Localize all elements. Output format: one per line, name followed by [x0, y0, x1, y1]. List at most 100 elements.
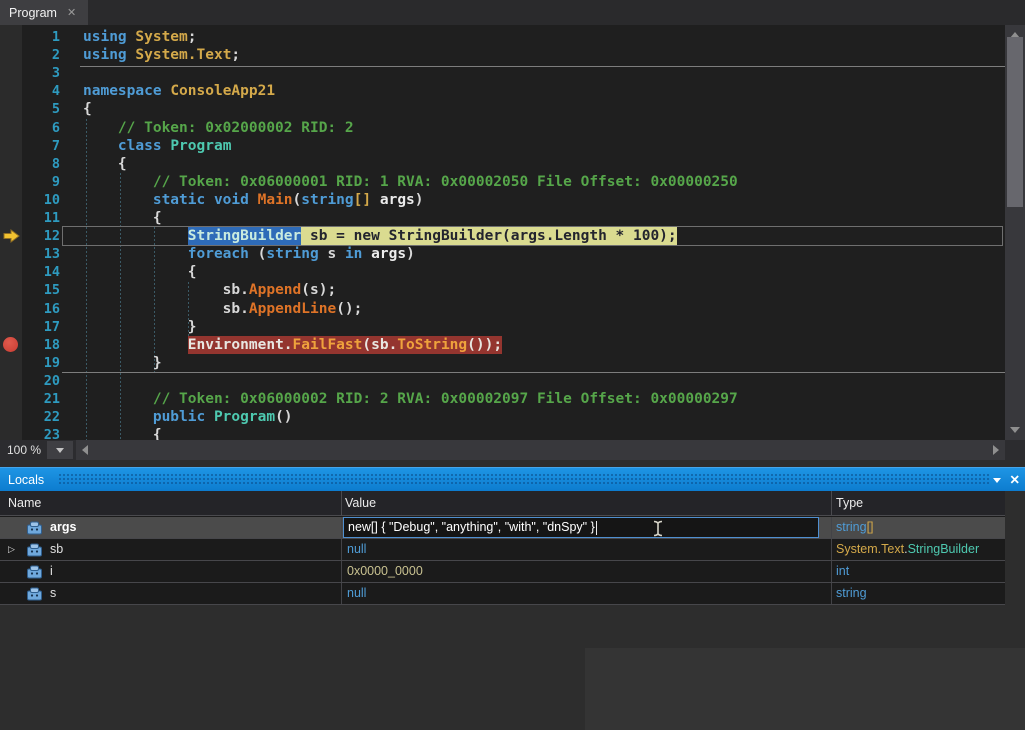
locals-row-sb[interactable]: ▷ sb null System.Text.StringBuilder: [0, 539, 1005, 561]
tab-program[interactable]: Program ✕: [0, 0, 88, 25]
type-cell[interactable]: int: [831, 561, 1005, 582]
code-line[interactable]: 13 foreach (string s in args): [0, 245, 1005, 263]
line-number: 12: [22, 227, 60, 245]
code-text: public Program(): [83, 408, 293, 426]
close-icon[interactable]: ✕: [67, 6, 76, 19]
code-line[interactable]: 16 sb.AppendLine();: [0, 300, 1005, 318]
code-line[interactable]: 10 static void Main(string[] args): [0, 191, 1005, 209]
variable-icon: [26, 521, 43, 538]
ibeam-cursor-icon: [652, 520, 664, 538]
value-text: 0x0000_0000: [342, 564, 423, 578]
code-line[interactable]: 3: [0, 64, 1005, 82]
line-number: 20: [22, 372, 60, 390]
code-line[interactable]: 20: [0, 372, 1005, 390]
zoom-dropdown-button[interactable]: [47, 441, 73, 459]
name-cell[interactable]: args: [0, 517, 341, 538]
line-number: 21: [22, 390, 60, 408]
column-header-type[interactable]: Type: [836, 491, 863, 516]
code-line[interactable]: 18 Environment.FailFast(sb.ToString());: [0, 336, 1005, 354]
line-number: 11: [22, 209, 60, 227]
panel-texture: [58, 473, 991, 486]
name-cell[interactable]: ▷ sb: [0, 539, 341, 560]
line-number: 16: [22, 300, 60, 318]
dnspy-window: Program ✕ 1 using System;2using System.Te…: [0, 0, 1025, 730]
breakpoint-icon[interactable]: [3, 337, 18, 352]
variable-name: s: [50, 583, 56, 604]
column-separator[interactable]: [831, 491, 832, 516]
panel-menu-icon[interactable]: [993, 478, 1001, 483]
code-line[interactable]: 2using System.Text;: [0, 46, 1005, 64]
horizontal-scrollbar[interactable]: [76, 440, 1005, 460]
locals-row-i[interactable]: i0x0000_0000 int: [0, 561, 1005, 583]
code-line[interactable]: 22 public Program(): [0, 408, 1005, 426]
code-text: // Token: 0x02000002 RID: 2: [83, 119, 354, 137]
code-text: Environment.FailFast(sb.ToString());: [83, 336, 502, 354]
locals-row-args[interactable]: args new[] { "Debug", "anything", "with",…: [0, 517, 1005, 539]
variable-name: sb: [50, 539, 63, 560]
type-cell[interactable]: string: [831, 583, 1005, 604]
line-number: 9: [22, 173, 60, 191]
code-editor[interactable]: 1 using System;2using System.Text;34 names…: [0, 25, 1005, 440]
type-cell[interactable]: string[]: [831, 517, 1005, 538]
value-text: null: [342, 542, 366, 556]
code-line[interactable]: 12 StringBuilder sb = new StringBuilder(…: [0, 227, 1005, 245]
code-line[interactable]: 7 class Program: [0, 137, 1005, 155]
column-header-name[interactable]: Name: [8, 491, 41, 516]
value-edit-input[interactable]: new[] { "Debug", "anything", "with", "dn…: [343, 517, 819, 538]
name-cell[interactable]: s: [0, 583, 341, 604]
value-text: new[] { "Debug", "anything", "with", "dn…: [348, 517, 595, 538]
locals-row-s[interactable]: s nullstring: [0, 583, 1005, 605]
value-cell[interactable]: 0x0000_0000: [341, 561, 831, 582]
code-text: namespace ConsoleApp21: [83, 82, 275, 100]
type-cell[interactable]: System.Text.StringBuilder: [831, 539, 1005, 560]
scrollbar-thumb[interactable]: [1007, 37, 1023, 207]
code-text: static void Main(string[] args): [83, 191, 424, 209]
code-line[interactable]: 14 {: [0, 263, 1005, 281]
variable-icon: [26, 587, 43, 604]
code-text: // Token: 0x06000001 RID: 1 RVA: 0x00002…: [83, 173, 738, 191]
code-line[interactable]: 17 }: [0, 318, 1005, 336]
panel-close-icon[interactable]: ✕: [1010, 468, 1020, 492]
code-line[interactable]: 8 {: [0, 155, 1005, 173]
code-line[interactable]: 6 // Token: 0x02000002 RID: 2: [0, 119, 1005, 137]
code-line[interactable]: 9 // Token: 0x06000001 RID: 1 RVA: 0x000…: [0, 173, 1005, 191]
vertical-scrollbar[interactable]: [1005, 25, 1025, 440]
scroll-right-arrow-icon[interactable]: [993, 445, 999, 455]
line-number: 3: [22, 64, 60, 82]
expander-icon[interactable]: ▷: [8, 539, 15, 560]
code-line[interactable]: 19 }: [0, 354, 1005, 372]
table-header: Name Value Type: [0, 491, 1005, 516]
code-text: StringBuilder sb = new StringBuilder(arg…: [83, 227, 677, 245]
column-separator[interactable]: [341, 491, 342, 516]
line-number: 17: [22, 318, 60, 336]
value-cell[interactable]: null: [341, 583, 831, 604]
code-line[interactable]: 5{: [0, 100, 1005, 118]
code-text: using System.Text;: [83, 46, 240, 64]
value-cell[interactable]: new[] { "Debug", "anything", "with", "dn…: [341, 517, 831, 538]
variable-icon: [26, 543, 43, 560]
line-number: 8: [22, 155, 60, 173]
locals-panel-header[interactable]: Locals ✕: [0, 467, 1025, 491]
line-number: 1: [22, 28, 60, 46]
scroll-left-arrow-icon[interactable]: [82, 445, 88, 455]
code-line[interactable]: 11 {: [0, 209, 1005, 227]
code-line[interactable]: 1 using System;: [0, 28, 1005, 46]
code-text: sb.Append(s);: [83, 281, 336, 299]
column-header-value[interactable]: Value: [345, 491, 376, 516]
code-text: {: [83, 100, 92, 118]
code-text: foreach (string s in args): [83, 245, 415, 263]
code-text: using System;: [83, 28, 197, 46]
code-text: {: [83, 263, 197, 281]
value-cell[interactable]: null: [341, 539, 831, 560]
line-number: 19: [22, 354, 60, 372]
code-line[interactable]: 4 namespace ConsoleApp21: [0, 82, 1005, 100]
line-number: 4: [22, 82, 60, 100]
code-text: }: [83, 318, 197, 336]
code-line[interactable]: 23 {: [0, 426, 1005, 440]
line-number: 14: [22, 263, 60, 281]
name-cell[interactable]: i: [0, 561, 341, 582]
code-line[interactable]: 15 sb.Append(s);: [0, 281, 1005, 299]
code-line[interactable]: 21 // Token: 0x06000002 RID: 2 RVA: 0x00…: [0, 390, 1005, 408]
scroll-down-arrow-icon[interactable]: [1010, 427, 1020, 433]
line-number: 22: [22, 408, 60, 426]
